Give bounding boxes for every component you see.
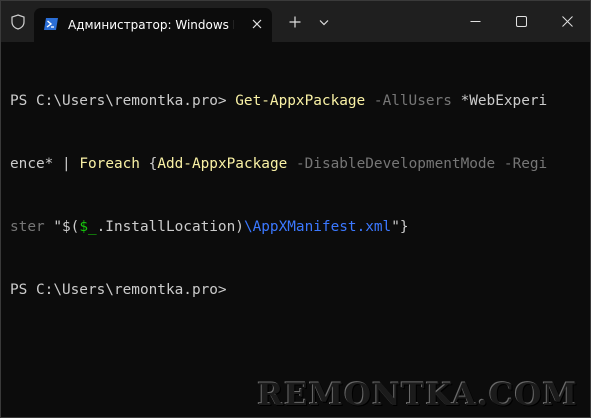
cmdlet-foreach: Foreach	[79, 156, 140, 172]
close-icon	[561, 16, 573, 27]
prompt: PS C:\Users\remontka.pro>	[10, 93, 236, 109]
variable-pipeline: $_	[79, 219, 97, 235]
cmdlet-get-appxpackage: Get-AppxPackage	[235, 93, 366, 109]
terminal-line-1: PS C:\Users\remontka.pro> Get-AppxPackag…	[10, 91, 590, 112]
plus-icon	[289, 16, 301, 28]
new-tab-button[interactable]	[284, 11, 306, 33]
parameter-disabledevelopmentmode: -DisableDevelopmentMode	[295, 156, 496, 172]
parameter-register: -Regi	[503, 156, 548, 172]
property-installlocation: .InstallLocation)	[96, 219, 244, 235]
parameter-allusers: -AllUsers	[373, 93, 452, 109]
cmdlet-add-appxpackage: Add-AppxPackage	[157, 156, 288, 172]
title-bar[interactable]: Администратор: Windows PowerShell	[1, 1, 590, 42]
watermark: REMONTKA.COM	[257, 377, 578, 413]
maximize-button[interactable]	[498, 1, 544, 42]
path-appxmanifest: \AppXManifest.xml	[243, 219, 392, 235]
chevron-down-icon	[319, 19, 329, 25]
brace-open: {	[139, 156, 158, 172]
terminal-window: Администратор: Windows PowerShell	[0, 0, 591, 418]
parameter-register-cont: ster	[10, 219, 45, 235]
minimize-button[interactable]	[452, 1, 498, 42]
tab-dropdown-button[interactable]	[313, 11, 335, 33]
tab-powershell[interactable]: Администратор: Windows PowerShell	[34, 8, 272, 42]
pipe: |	[53, 156, 80, 172]
minimize-icon	[470, 21, 480, 22]
powershell-icon	[43, 16, 59, 32]
terminal-line-3: ster "$($_.InstallLocation)\AppXManifest…	[10, 217, 590, 238]
terminal-line-2: ence* | Foreach {Add-AppxPackage -Disabl…	[10, 154, 590, 175]
maximize-icon	[515, 16, 527, 27]
argument-webexperience: *WebExperi	[460, 93, 548, 109]
shield-icon	[9, 13, 27, 31]
prompt: PS C:\Users\remontka.pro>	[10, 282, 236, 298]
close-window-button[interactable]	[544, 1, 590, 42]
string-open: "$(	[44, 219, 80, 235]
terminal-output[interactable]: PS C:\Users\remontka.pro> Get-AppxPackag…	[1, 42, 590, 417]
close-icon[interactable]	[249, 16, 265, 32]
argument-webexperience-cont: ence*	[10, 156, 54, 172]
string-close: "}	[391, 219, 409, 235]
tab-title: Администратор: Windows PowerShell	[68, 18, 234, 32]
terminal-line-4: PS C:\Users\remontka.pro>	[10, 280, 590, 301]
